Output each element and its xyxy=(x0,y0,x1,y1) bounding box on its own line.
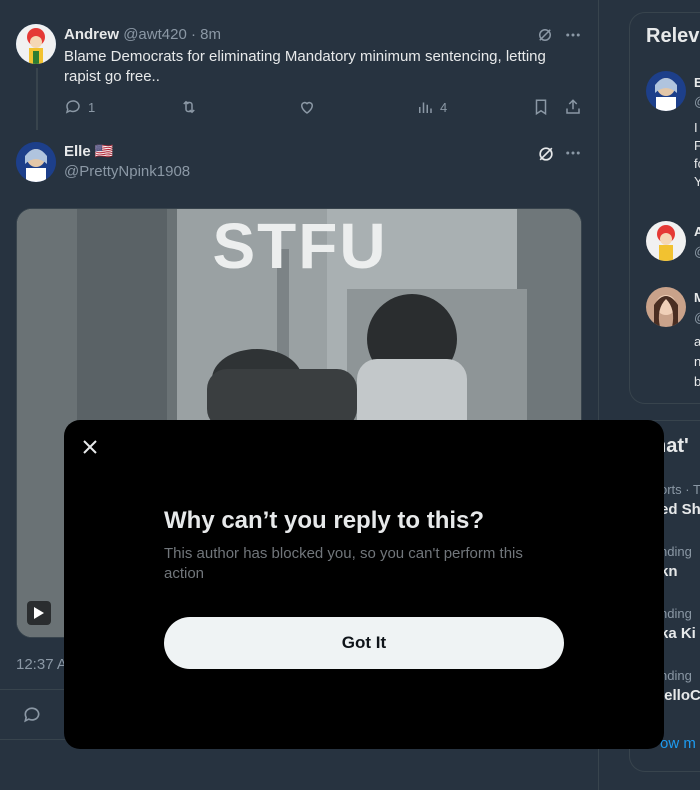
views-icon xyxy=(419,102,432,113)
trend-meta: nding xyxy=(660,606,692,621)
flag-icon: 🇺🇸 xyxy=(94,143,114,160)
tweet-header: Andrew @awt420 · 8m xyxy=(64,25,221,45)
share-icon xyxy=(566,99,580,114)
person-bio: Y xyxy=(694,174,700,189)
tweet-text: Blame Democrats for eliminating Mandator… xyxy=(64,48,546,85)
bookmark-button[interactable] xyxy=(532,98,550,116)
heart-icon xyxy=(300,101,314,114)
person-bio: n xyxy=(694,354,700,369)
avatar[interactable] xyxy=(646,287,686,327)
reply-button[interactable]: 1 xyxy=(64,98,95,116)
views-button[interactable]: 4 xyxy=(416,98,447,116)
thread-line xyxy=(36,68,38,130)
trend-meta: orts · T xyxy=(660,482,700,497)
trend-title[interactable]: ka Ki xyxy=(660,625,696,643)
dialog-body: This author has blocked you, so you can'… xyxy=(164,545,523,582)
avatar[interactable] xyxy=(16,142,56,182)
author-name[interactable]: Elle xyxy=(64,143,91,160)
avatar[interactable] xyxy=(646,221,686,261)
reply-icon[interactable] xyxy=(22,705,42,725)
tweet-actions: 1 4 xyxy=(64,98,584,120)
author-handle[interactable]: @PrettyNpink1908 xyxy=(64,162,190,182)
show-more-link[interactable]: ow m xyxy=(660,735,696,753)
reply-count: 1 xyxy=(88,99,96,115)
person-handle[interactable]: @ xyxy=(694,243,700,261)
person-bio: F xyxy=(694,138,700,153)
avatar[interactable] xyxy=(646,71,686,111)
author-name[interactable]: Andrew xyxy=(64,26,119,43)
retweet-icon xyxy=(183,100,195,114)
tweet-timestamp[interactable]: 12:37 A xyxy=(16,656,67,673)
person-bio: fo xyxy=(694,156,700,171)
person-name[interactable]: A xyxy=(694,223,700,241)
person-bio: b xyxy=(694,374,700,389)
person-bio: I xyxy=(694,120,698,135)
more-icon[interactable] xyxy=(564,26,584,46)
tweet-header: Elle 🇺🇸 xyxy=(64,142,114,162)
person-bio: a xyxy=(694,334,700,349)
relevant-people-title: Relev xyxy=(646,25,700,47)
bookmark-icon xyxy=(535,99,547,116)
trend-title[interactable]: lelloC xyxy=(660,687,700,705)
trend-title[interactable]: ed Sh xyxy=(660,501,700,519)
trend-meta: nding xyxy=(660,544,692,559)
person-name[interactable]: E xyxy=(694,74,700,92)
author-handle-time[interactable]: @awt420 · 8m xyxy=(123,26,221,43)
dialog-title: Why can’t you reply to this? xyxy=(164,507,485,534)
play-icon[interactable] xyxy=(27,601,51,625)
avatar[interactable] xyxy=(16,24,56,64)
person-handle[interactable]: @ xyxy=(694,309,700,327)
more-icon[interactable] xyxy=(564,144,584,164)
reply-icon xyxy=(65,100,80,114)
close-button[interactable] xyxy=(74,431,106,463)
person-name[interactable]: M xyxy=(694,289,700,307)
retweet-button[interactable] xyxy=(180,98,198,116)
media-caption: STFU xyxy=(212,210,388,282)
grok-icon[interactable] xyxy=(536,144,556,164)
close-icon xyxy=(83,440,97,454)
grok-icon[interactable] xyxy=(536,26,556,46)
got-it-button[interactable]: Got It xyxy=(164,617,564,669)
blocked-reply-dialog: Why can’t you reply to this? This author… xyxy=(64,420,664,749)
share-button[interactable] xyxy=(564,98,582,116)
trend-meta: nding xyxy=(660,668,692,683)
person-handle[interactable]: @ xyxy=(694,93,700,111)
relevant-people-panel: Relev E @ I F fo Y A @ M @ a n b xyxy=(629,12,700,404)
like-button[interactable] xyxy=(298,98,316,116)
views-count: 4 xyxy=(440,99,448,115)
